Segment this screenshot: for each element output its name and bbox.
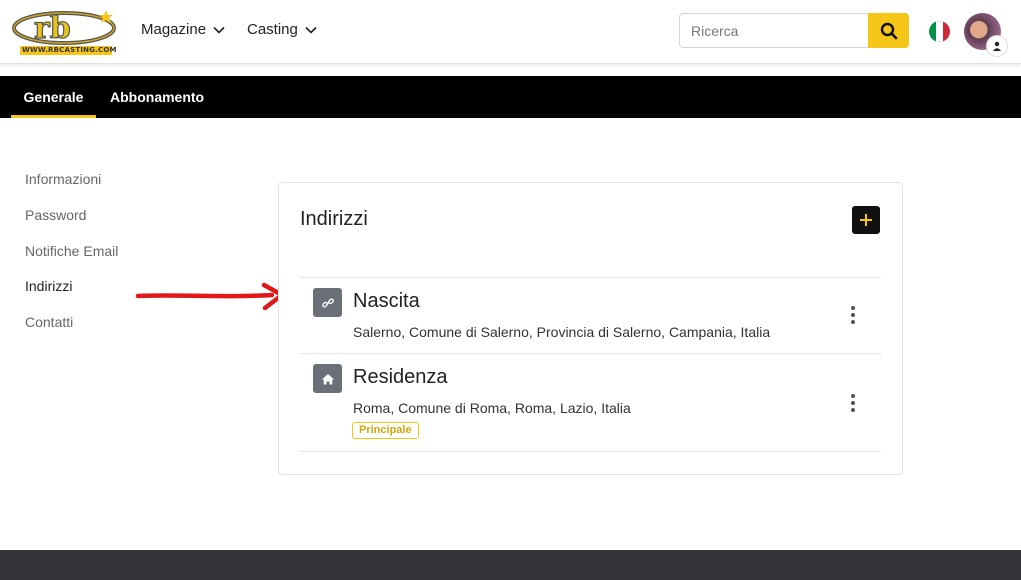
link-icon	[313, 288, 342, 317]
more-options-icon[interactable]	[843, 304, 863, 326]
address-name: Nascita	[353, 290, 420, 312]
chevron-down-icon	[305, 26, 317, 34]
tab-bar: Generale Abbonamento	[0, 76, 1021, 118]
search-input[interactable]	[679, 13, 869, 48]
svg-text:rb: rb	[34, 11, 71, 46]
sidebar-item-contatti[interactable]: Contatti	[25, 314, 73, 330]
address-detail: Roma, Comune di Roma, Roma, Lazio, Itali…	[353, 400, 631, 416]
divider	[300, 353, 881, 354]
card-title: Indirizzi	[300, 208, 368, 230]
nav-casting-label: Casting	[247, 21, 298, 38]
search-icon	[880, 22, 897, 39]
add-address-button[interactable]	[852, 206, 880, 234]
annotation-arrow	[135, 282, 285, 311]
nav-magazine[interactable]: Magazine	[141, 21, 226, 38]
search-button[interactable]	[868, 13, 909, 48]
top-header: rb www.rbcasting.com Magazine Casting	[0, 0, 1021, 64]
tab-generale[interactable]: Generale	[11, 76, 96, 118]
divider	[300, 451, 881, 452]
sidebar-item-informazioni[interactable]: Informazioni	[25, 171, 101, 187]
nav-casting[interactable]: Casting	[247, 21, 318, 38]
more-options-icon[interactable]	[843, 392, 863, 414]
address-name: Residenza	[353, 366, 448, 388]
nav-magazine-label: Magazine	[141, 21, 207, 38]
address-detail: Salerno, Comune di Salerno, Provincia di…	[353, 324, 771, 340]
tab-abbonamento[interactable]: Abbonamento	[110, 76, 204, 118]
plus-icon	[860, 214, 872, 226]
chevron-down-icon	[213, 26, 225, 34]
site-logo[interactable]: rb www.rbcasting.com	[12, 6, 120, 56]
sidebar-item-password[interactable]: Password	[25, 207, 86, 223]
page-footer	[0, 550, 1021, 580]
divider	[300, 277, 881, 278]
sidebar-item-indirizzi[interactable]: Indirizzi	[25, 278, 72, 294]
sidebar-item-notifiche-email[interactable]: Notifiche Email	[25, 243, 118, 259]
logo-url-text: www.rbcasting.com	[22, 46, 117, 54]
user-icon	[986, 35, 1008, 57]
language-flag-icon[interactable]	[929, 21, 950, 42]
home-icon	[313, 364, 342, 393]
status-badge: Principale	[352, 422, 419, 439]
